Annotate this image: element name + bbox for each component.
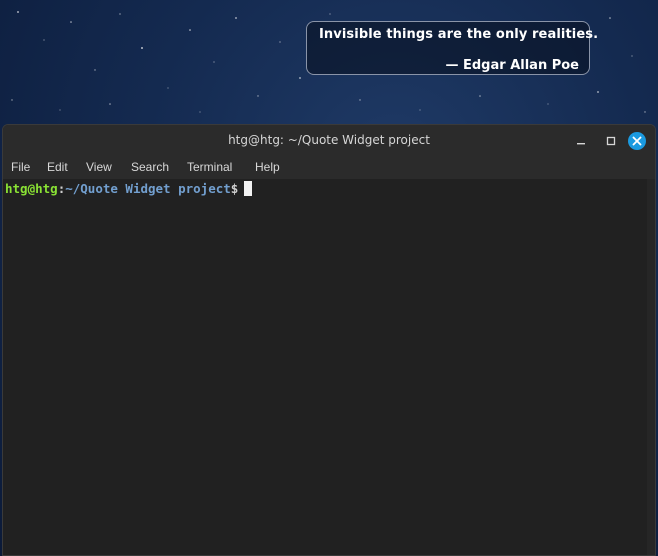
- window-titlebar[interactable]: htg@htg: ~/Quote Widget project: [3, 125, 655, 157]
- text-cursor: [244, 181, 253, 196]
- prompt-dollar: $: [230, 181, 239, 196]
- maximize-icon: [606, 136, 616, 146]
- menu-edit[interactable]: Edit: [47, 160, 68, 174]
- window-title: htg@htg: ~/Quote Widget project: [228, 133, 430, 147]
- shell-prompt: htg@htg:~/Quote Widget project$: [5, 181, 253, 196]
- terminal-window[interactable]: htg@htg: ~/Quote Widget project File Edi…: [2, 124, 656, 556]
- quote-widget: Invisible things are the only realities.…: [306, 21, 598, 75]
- menu-search[interactable]: Search: [131, 160, 169, 174]
- menu-help[interactable]: Help: [255, 160, 280, 174]
- prompt-path: ~/Quote Widget project: [65, 181, 231, 196]
- maximize-button[interactable]: [601, 131, 621, 151]
- menu-terminal[interactable]: Terminal: [187, 160, 232, 174]
- menu-view[interactable]: View: [86, 160, 112, 174]
- close-icon: [628, 132, 646, 150]
- menu-file[interactable]: File: [11, 160, 30, 174]
- scrollbar[interactable]: [647, 179, 655, 555]
- quote-text: Invisible things are the only realities.: [319, 27, 599, 42]
- menu-bar: File Edit View Search Terminal Help: [3, 157, 655, 179]
- close-button[interactable]: [627, 131, 647, 151]
- minimize-button[interactable]: [571, 131, 591, 151]
- quote-author: — Edgar Allan Poe: [445, 58, 579, 73]
- minimize-icon: [577, 143, 585, 145]
- prompt-user-host: htg@htg: [5, 181, 58, 196]
- terminal-output-area[interactable]: htg@htg:~/Quote Widget project$: [3, 179, 655, 555]
